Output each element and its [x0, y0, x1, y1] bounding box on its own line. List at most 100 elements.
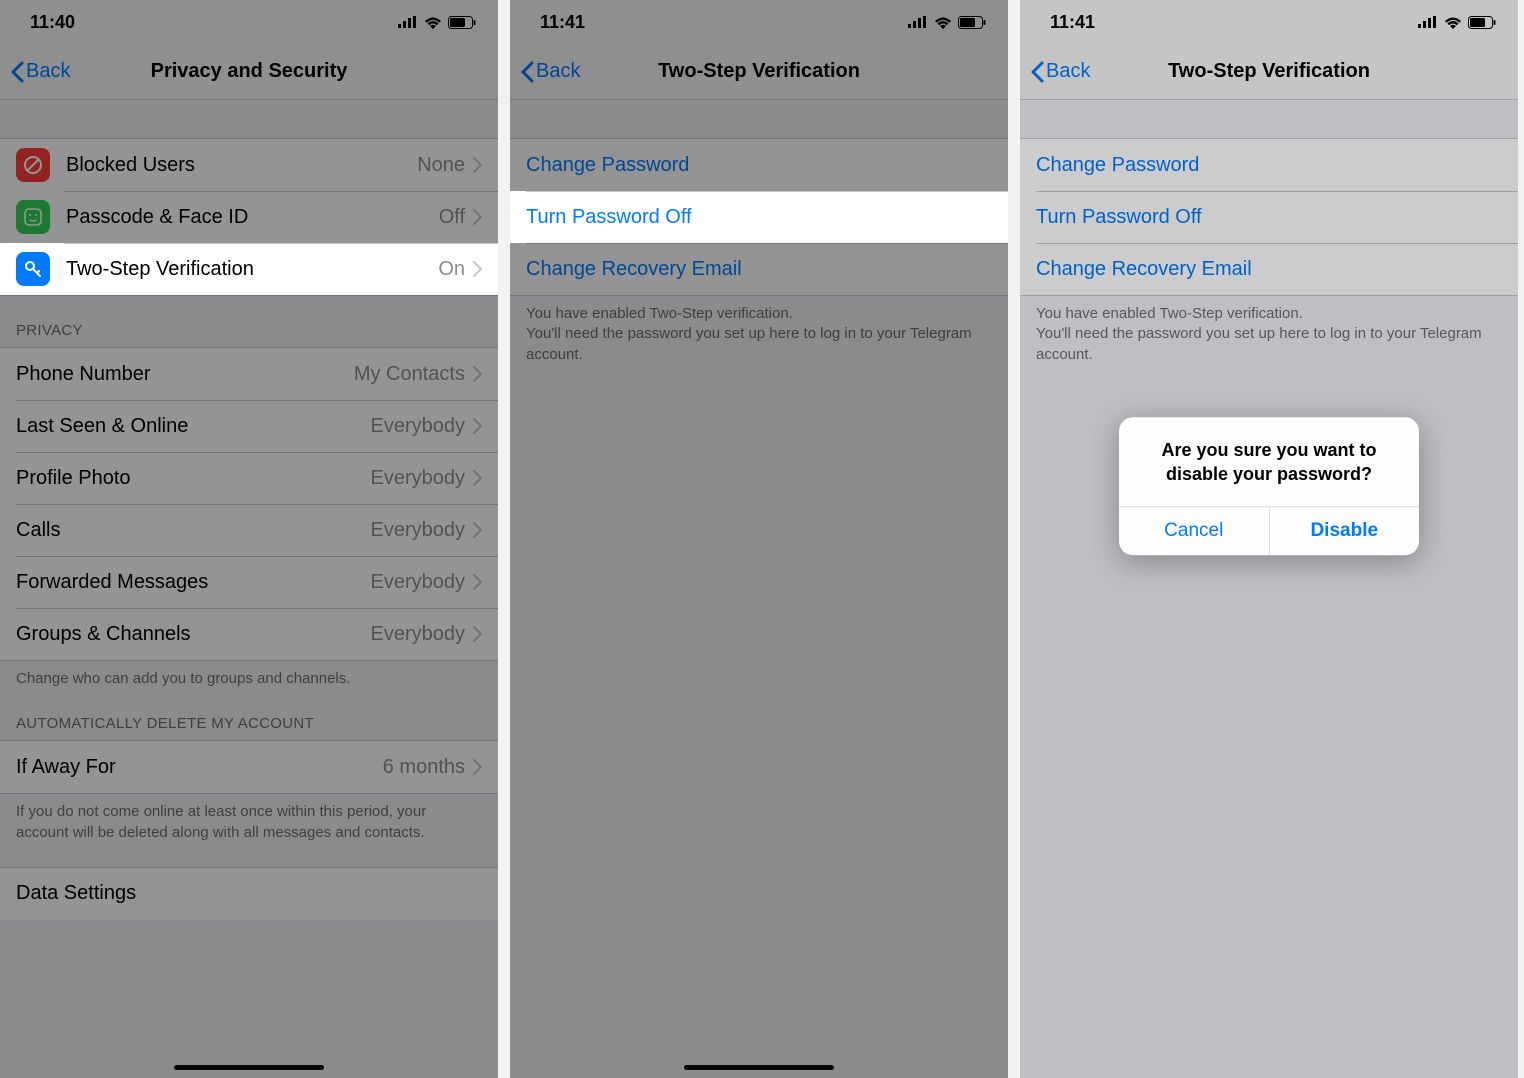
chevron-right-icon — [473, 261, 482, 277]
alert-btn-label: Disable — [1310, 520, 1378, 542]
link-turn-password-off[interactable]: Turn Password Off — [1020, 191, 1518, 243]
delete-footer: If you do not come online at least once … — [0, 794, 498, 843]
back-button[interactable]: Back — [520, 60, 580, 83]
row-two-step-verification[interactable]: Two-Step Verification On — [0, 243, 498, 295]
status-time: 11:41 — [540, 12, 585, 33]
row-blocked-users[interactable]: Blocked Users None — [0, 139, 498, 191]
wifi-icon — [934, 16, 952, 29]
row-profile-photo[interactable]: Profile Photo Everybody — [0, 452, 498, 504]
status-time: 11:41 — [1050, 12, 1095, 33]
row-value: 6 months — [383, 756, 465, 779]
two-step-list: Change Password Turn Password Off Change… — [1020, 138, 1518, 296]
row-phone-number[interactable]: Phone Number My Contacts — [0, 348, 498, 400]
blocked-icon — [16, 148, 50, 182]
delete-list: If Away For 6 months — [0, 740, 498, 794]
link-label: Change Password — [1036, 154, 1199, 177]
row-data-settings[interactable]: Data Settings — [0, 868, 498, 920]
row-value: Everybody — [371, 519, 466, 542]
status-bar: 11:41 — [1020, 0, 1518, 44]
battery-icon — [1468, 16, 1496, 29]
link-label: Turn Password Off — [526, 206, 692, 229]
chevron-right-icon — [473, 209, 482, 225]
back-button[interactable]: Back — [10, 60, 70, 83]
security-list: Blocked Users None Passcode & Face ID Of… — [0, 138, 498, 296]
row-value: On — [438, 258, 465, 281]
row-label: Passcode & Face ID — [66, 206, 439, 229]
privacy-header: PRIVACY — [0, 296, 498, 347]
row-value: Everybody — [371, 623, 466, 646]
home-indicator[interactable] — [684, 1065, 834, 1070]
chevron-right-icon — [473, 366, 482, 382]
chevron-right-icon — [473, 574, 482, 590]
row-forwarded-messages[interactable]: Forwarded Messages Everybody — [0, 556, 498, 608]
alert-message: Are you sure you want to disable your pa… — [1119, 417, 1419, 506]
row-value: Everybody — [371, 467, 466, 490]
back-label: Back — [536, 60, 580, 83]
row-label: Last Seen & Online — [16, 415, 371, 438]
row-value: Everybody — [371, 571, 466, 594]
alert-buttons: Cancel Disable — [1119, 506, 1419, 555]
row-label: Groups & Channels — [16, 623, 371, 646]
privacy-footer: Change who can add you to groups and cha… — [0, 661, 498, 689]
row-value: Everybody — [371, 415, 466, 438]
back-label: Back — [1046, 60, 1090, 83]
link-change-recovery-email[interactable]: Change Recovery Email — [510, 243, 1008, 295]
row-groups-channels[interactable]: Groups & Channels Everybody — [0, 608, 498, 660]
status-icons — [908, 16, 986, 29]
row-last-seen[interactable]: Last Seen & Online Everybody — [0, 400, 498, 452]
status-time: 11:40 — [30, 12, 75, 33]
row-label: Two-Step Verification — [66, 258, 438, 281]
link-change-recovery-email[interactable]: Change Recovery Email — [1020, 243, 1518, 295]
row-value: My Contacts — [354, 363, 465, 386]
link-label: Change Recovery Email — [1036, 258, 1252, 281]
link-change-password[interactable]: Change Password — [510, 139, 1008, 191]
link-turn-password-off[interactable]: Turn Password Off — [510, 191, 1008, 243]
row-value: None — [417, 154, 465, 177]
row-label: If Away For — [16, 756, 383, 779]
disable-button[interactable]: Disable — [1269, 507, 1420, 555]
cancel-button[interactable]: Cancel — [1119, 507, 1269, 555]
status-bar: 11:41 — [510, 0, 1008, 44]
row-label: Profile Photo — [16, 467, 371, 490]
chevron-left-icon — [10, 61, 24, 83]
screenshot-privacy-security: 11:40 Back Privacy and Security Blocked … — [0, 0, 498, 1078]
alert-btn-label: Cancel — [1164, 520, 1223, 542]
row-if-away-for[interactable]: If Away For 6 months — [0, 741, 498, 793]
two-step-footer: You have enabled Two-Step verification. … — [1020, 296, 1518, 365]
key-icon — [16, 252, 50, 286]
data-list: Data Settings — [0, 867, 498, 920]
chevron-right-icon — [473, 626, 482, 642]
link-label: Turn Password Off — [1036, 206, 1202, 229]
row-label: Data Settings — [16, 882, 482, 905]
row-label: Blocked Users — [66, 154, 417, 177]
wifi-icon — [1444, 16, 1462, 29]
row-label: Phone Number — [16, 363, 354, 386]
confirm-disable-alert: Are you sure you want to disable your pa… — [1119, 417, 1419, 555]
row-value: Off — [439, 206, 465, 229]
chevron-right-icon — [473, 418, 482, 434]
page-title: Two-Step Verification — [510, 60, 1008, 83]
faceid-icon — [16, 200, 50, 234]
cellular-icon — [398, 16, 418, 28]
chevron-right-icon — [473, 759, 482, 775]
row-passcode-faceid[interactable]: Passcode & Face ID Off — [0, 191, 498, 243]
screenshot-two-step-alert: 11:41 Back Two-Step Verification Change … — [1020, 0, 1518, 1078]
two-step-footer: You have enabled Two-Step verification. … — [510, 296, 1008, 365]
back-button[interactable]: Back — [1030, 60, 1090, 83]
link-label: Change Password — [526, 154, 689, 177]
link-label: Change Recovery Email — [526, 258, 742, 281]
row-label: Calls — [16, 519, 371, 542]
home-indicator[interactable] — [174, 1065, 324, 1070]
nav-bar: Back Two-Step Verification — [1020, 44, 1518, 100]
privacy-list: Phone Number My Contacts Last Seen & Onl… — [0, 347, 498, 661]
link-change-password[interactable]: Change Password — [1020, 139, 1518, 191]
wifi-icon — [424, 16, 442, 29]
page-title: Privacy and Security — [0, 60, 498, 83]
chevron-left-icon — [520, 61, 534, 83]
row-calls[interactable]: Calls Everybody — [0, 504, 498, 556]
chevron-right-icon — [473, 157, 482, 173]
two-step-list: Change Password Turn Password Off Change… — [510, 138, 1008, 296]
row-label: Forwarded Messages — [16, 571, 371, 594]
page-title: Two-Step Verification — [1020, 60, 1518, 83]
chevron-left-icon — [1030, 61, 1044, 83]
